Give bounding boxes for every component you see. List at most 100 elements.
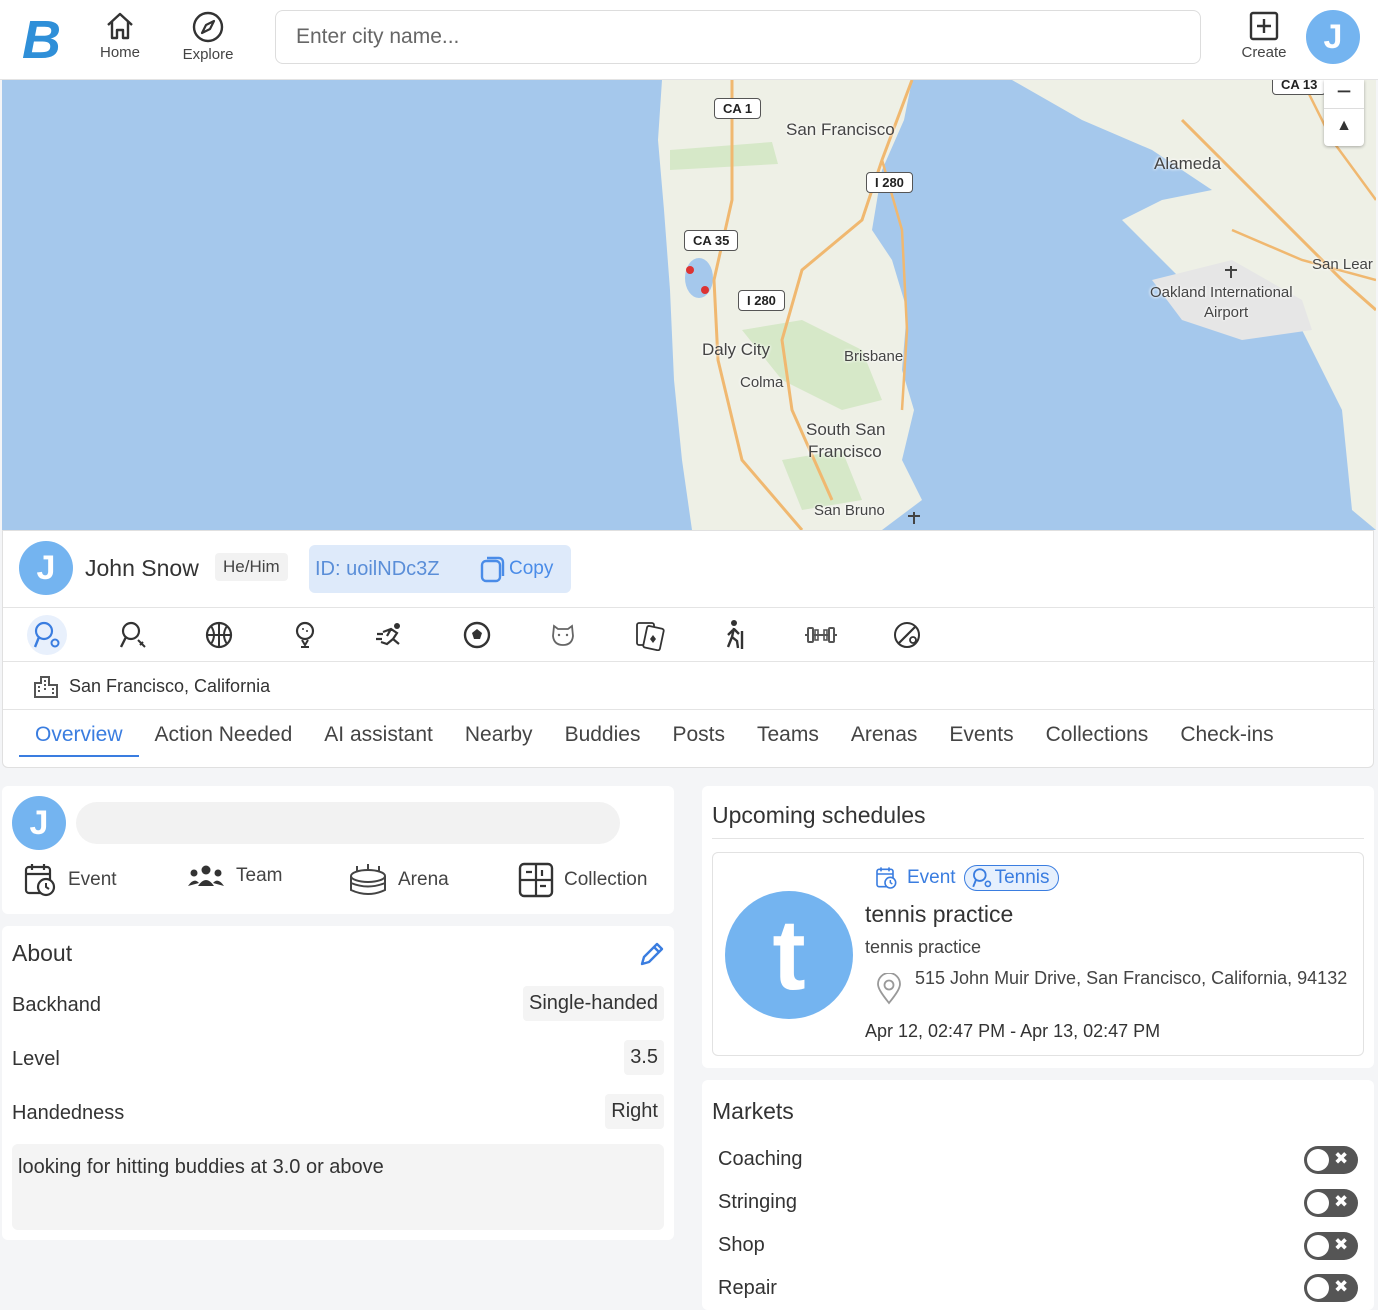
copy-icon — [480, 556, 505, 583]
create-collection-button[interactable]: Collection — [518, 862, 647, 898]
map-canvas — [658, 80, 1376, 530]
about-label-backhand: Backhand — [12, 994, 101, 1016]
tab-teams[interactable]: Teams — [741, 711, 835, 757]
markets-panel: Markets Coaching ✖ Stringing ✖ Shop ✖ Re… — [702, 1080, 1374, 1310]
toggle-off-icon: ✖ — [1334, 1149, 1349, 1168]
sport-basketball[interactable] — [199, 615, 239, 655]
market-toggle-stringing[interactable]: ✖ — [1304, 1189, 1358, 1217]
divider — [712, 838, 1364, 839]
about-value-handedness: Right — [605, 1094, 664, 1129]
schedule-card[interactable]: t Event Tennis tennis practice tennis pr… — [712, 852, 1364, 1056]
about-panel: About Backhand Single-handed Level 3.5 H… — [2, 926, 674, 1240]
event-avatar: t — [725, 891, 853, 1019]
create-team-button[interactable]: Team — [186, 862, 282, 890]
sport-dog[interactable] — [543, 615, 583, 655]
schedules-panel: Upcoming schedules t Event Tennis tennis… — [702, 786, 1374, 1068]
about-value-level: 3.5 — [624, 1040, 664, 1075]
map-label-san-francisco: San Francisco — [786, 120, 895, 139]
event-type-row: Event Tennis — [875, 865, 1059, 891]
pencil-icon — [640, 942, 664, 966]
tab-buddies[interactable]: Buddies — [549, 711, 657, 757]
event-type-label: Event — [907, 867, 956, 888]
create-event-button[interactable]: Event — [24, 862, 117, 898]
event-address: 515 John Muir Drive, San Francisco, Cali… — [915, 968, 1348, 988]
tab-nearby[interactable]: Nearby — [449, 711, 549, 757]
toggle-off-icon: ✖ — [1334, 1277, 1349, 1296]
tab-events[interactable]: Events — [933, 711, 1029, 757]
highway-shield-ca1: CA 1 — [714, 98, 762, 119]
sport-chip-label: Tennis — [994, 867, 1050, 888]
baseball-icon — [894, 622, 920, 648]
city-search-input[interactable] — [275, 10, 1201, 64]
sport-running[interactable] — [371, 615, 411, 655]
map-label-alameda: Alameda — [1154, 154, 1222, 173]
calendar-clock-icon — [876, 867, 897, 889]
create-event-label: Event — [68, 869, 117, 890]
home-label: Home — [99, 44, 140, 61]
sport-soccer[interactable] — [457, 615, 497, 655]
home-icon — [107, 12, 133, 40]
divider — [3, 661, 1375, 662]
tab-collections[interactable]: Collections — [1030, 711, 1165, 757]
dumbbell-icon — [805, 627, 837, 643]
tab-check-ins[interactable]: Check-ins — [1164, 711, 1289, 757]
dog-icon — [552, 624, 574, 646]
profile-location: San Francisco, California — [33, 673, 270, 699]
toggle-knob — [1307, 1235, 1329, 1257]
composer-input[interactable] — [76, 802, 620, 844]
city-buildings-icon — [34, 676, 58, 698]
profile-avatar[interactable]: J — [19, 541, 73, 595]
explore-label: Explore — [182, 46, 234, 63]
sport-gym[interactable] — [801, 615, 841, 655]
basketball-icon — [205, 621, 233, 649]
market-toggle-shop[interactable]: ✖ — [1304, 1232, 1358, 1260]
map-label-colma: Colma — [740, 374, 784, 391]
sport-chip[interactable]: Tennis — [963, 865, 1059, 891]
sport-tennis[interactable] — [27, 615, 67, 655]
sport-baseball[interactable] — [887, 615, 927, 655]
market-toggle-coaching[interactable]: ✖ — [1304, 1146, 1358, 1174]
top-bar: B Home Explore Create J — [0, 0, 1378, 80]
cards-icon — [636, 622, 665, 651]
app-logo[interactable]: B — [20, 10, 72, 70]
map-label-brisbane: Brisbane — [844, 348, 904, 365]
explore-button[interactable]: Explore — [168, 8, 248, 70]
soccer-icon — [463, 621, 491, 649]
sport-golf[interactable] — [285, 615, 325, 655]
user-avatar[interactable]: J — [1306, 10, 1360, 64]
tab-arenas[interactable]: Arenas — [835, 711, 934, 757]
home-button[interactable]: Home — [80, 8, 160, 70]
map-label-san-leandro: San Lear — [1312, 256, 1373, 273]
zoom-out-button[interactable]: − — [1324, 80, 1364, 108]
highway-shield-i280b: I 280 — [738, 290, 785, 311]
tab-overview[interactable]: Overview — [19, 711, 139, 757]
sport-badminton[interactable] — [113, 615, 153, 655]
tab-ai-assistant[interactable]: AI assistant — [308, 711, 449, 757]
create-team-label: Team — [236, 865, 283, 886]
collection-grid-icon — [518, 862, 554, 898]
map-label-oakland-airport: Oakland International — [1150, 284, 1293, 301]
sport-cards[interactable] — [629, 615, 669, 655]
market-toggle-repair[interactable]: ✖ — [1304, 1274, 1358, 1302]
tab-posts[interactable]: Posts — [656, 711, 741, 757]
create-button[interactable]: Create — [1224, 8, 1304, 70]
toggle-off-icon: ✖ — [1334, 1192, 1349, 1211]
create-panel: J Event Team Arena Collection — [2, 786, 674, 914]
copy-id-button[interactable]: Copy — [479, 553, 553, 585]
edit-about-button[interactable] — [638, 940, 666, 973]
market-label-coaching: Coaching — [718, 1148, 803, 1170]
toggle-knob — [1307, 1149, 1329, 1171]
about-label-handedness: Handedness — [12, 1102, 125, 1124]
compass-reset-button[interactable]: ▲ — [1324, 108, 1364, 143]
badminton-icon — [119, 621, 146, 648]
create-collection-label: Collection — [564, 869, 648, 890]
divider — [3, 709, 1375, 710]
toggle-knob — [1307, 1277, 1329, 1299]
sport-hiking[interactable] — [715, 615, 755, 655]
map-label-south-sf: South San — [806, 420, 886, 439]
map-view[interactable]: San Francisco Alameda Daly City Brisbane… — [2, 80, 1376, 530]
create-arena-button[interactable]: Arena — [348, 862, 449, 898]
plus-square-icon — [1249, 11, 1279, 41]
tab-action-needed[interactable]: Action Needed — [139, 711, 309, 757]
about-title: About — [12, 940, 73, 966]
